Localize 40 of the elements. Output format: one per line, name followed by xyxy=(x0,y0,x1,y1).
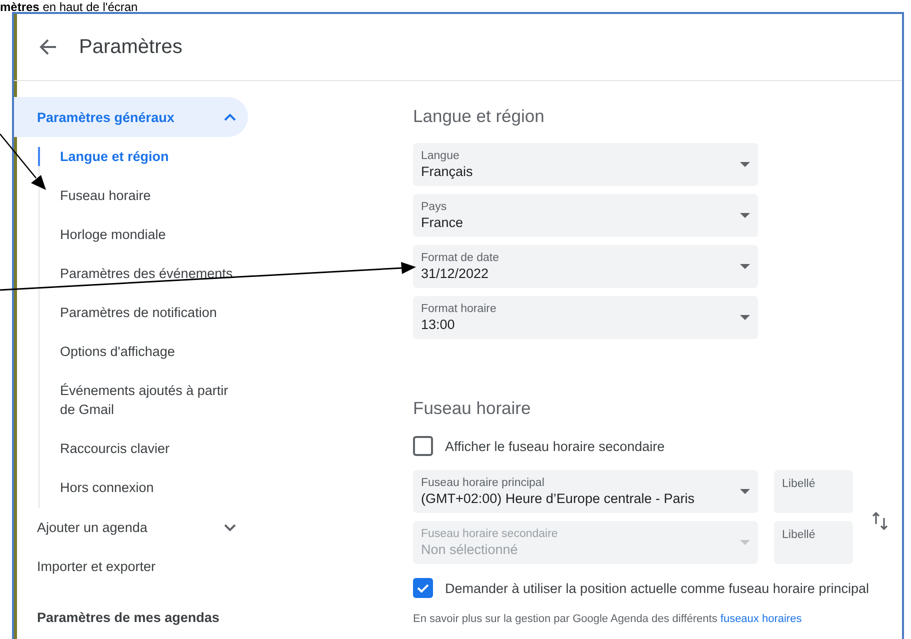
sidebar-subitem[interactable]: Horloge mondiale xyxy=(38,215,237,254)
sidebar-item[interactable]: Importer et exporter xyxy=(14,547,248,586)
caret-icon xyxy=(740,162,750,167)
sidebar-subitem[interactable]: Paramètres des événements xyxy=(38,254,237,293)
chevron-down-icon xyxy=(224,524,236,532)
sidebar-subitem[interactable]: Fuseau horaire xyxy=(38,176,237,215)
sidebar-subitem[interactable]: Événements ajoutés à partir de Gmail xyxy=(38,371,237,429)
sidebar-item[interactable]: Ajouter un agenda xyxy=(14,508,248,547)
annotation-arrow xyxy=(0,134,46,190)
label-input[interactable]: Libellé xyxy=(774,470,853,513)
page-title: Paramètres xyxy=(79,36,182,58)
sidebar-subitem[interactable]: Langue et région xyxy=(38,147,237,166)
caret-icon xyxy=(740,315,750,320)
caret-icon xyxy=(740,540,750,545)
sidebar-subitem[interactable]: Options d'affichage xyxy=(38,332,237,371)
dropdown-field[interactable]: Format horaire 13:00 xyxy=(413,296,758,339)
section-title: Langue et région xyxy=(413,105,546,127)
caption-text: mètres en haut de l'écran xyxy=(0,0,139,12)
dropdown-field[interactable]: Fuseau horaire principal (GMT+02:00) Heure d’Europe centrale - Paris xyxy=(413,470,758,513)
checkbox-label: Demander à utiliser la position actuelle comme fuseau horaire principal xyxy=(445,580,869,596)
dropdown-field[interactable]: Format de date 31/12/2022 xyxy=(413,245,758,288)
section-title: Fuseau horaire xyxy=(413,397,532,419)
time-zones-link[interactable]: fuseaux horaires xyxy=(720,613,802,625)
back-arrow-icon[interactable] xyxy=(39,38,57,56)
sidebar-subitem[interactable]: Paramètres de notification xyxy=(38,293,237,332)
dropdown-field[interactable]: Langue Français xyxy=(413,143,758,186)
chevron-up-icon xyxy=(224,113,236,121)
dropdown-field[interactable]: Pays France xyxy=(413,194,758,237)
caret-icon xyxy=(740,264,750,269)
help-text: En savoir plus sur la gestion par Google Agenda des différents fuseaux horaires xyxy=(413,613,803,625)
caret-icon xyxy=(740,489,750,494)
sidebar-subitem[interactable]: Raccourcis clavier xyxy=(38,429,237,468)
caret-icon xyxy=(740,213,750,218)
checkbox-label: Afficher le fuseau horaire secondaire xyxy=(445,438,665,454)
sidebar-subitem[interactable]: Hors connexion xyxy=(38,468,237,507)
sidebar-heading: Paramètres de mes agendas xyxy=(36,610,220,625)
swap-arrows-icon[interactable] xyxy=(872,511,888,531)
checkbox[interactable] xyxy=(413,578,433,598)
checkbox[interactable] xyxy=(413,436,433,456)
sidebar-item[interactable]: Paramètres généraux xyxy=(14,97,248,137)
